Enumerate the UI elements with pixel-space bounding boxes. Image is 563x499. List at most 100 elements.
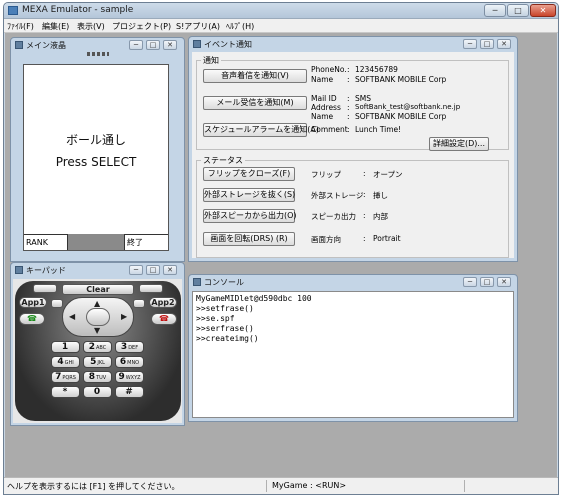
end-call-key[interactable]: ☎	[151, 313, 177, 325]
key-3[interactable]: 3DEF	[115, 341, 144, 353]
close-button[interactable]: ✕	[497, 277, 511, 287]
menu-help[interactable]: ﾍﾙﾌﾟ(H)	[226, 21, 254, 32]
close-button[interactable]: ✕	[163, 265, 177, 275]
caller-name-label: Name	[311, 75, 334, 84]
notify-alarm-button[interactable]: スケジュールアラームを通知(A)	[203, 123, 319, 137]
app2-key[interactable]: App2	[149, 297, 177, 308]
colon: :	[347, 112, 350, 121]
phone-screen[interactable]: ボール通し Press SELECT RANK 終了	[23, 64, 169, 251]
minimize-button[interactable]: ─	[129, 265, 143, 275]
orientation-label: 画面方向	[311, 235, 341, 244]
arrow-left-icon[interactable]: ◀	[69, 312, 75, 321]
right-mail-key[interactable]	[133, 299, 145, 308]
key-0[interactable]: 0	[83, 386, 112, 398]
notify-call-button[interactable]: 音声着信を通知(V)	[203, 69, 307, 83]
maximize-button[interactable]: □	[480, 39, 494, 49]
menu-edit[interactable]: 編集(E)	[42, 21, 69, 32]
colon: :	[347, 94, 350, 103]
keypad-area: Clear App1 App2 ☎ ☎ ▲ ▼ ◀ ▶ 1 2ABC 3DEF …	[13, 279, 182, 423]
status-group-label: ステータス	[201, 155, 245, 166]
minimize-button[interactable]: ─	[484, 4, 506, 17]
screen-title-line: ボール通し	[65, 133, 126, 147]
console-line: >>setfrase()	[196, 304, 254, 313]
dpad[interactable]: ▲ ▼ ◀ ▶	[62, 297, 134, 337]
rotate-screen-button[interactable]: 画面を回転(DRS) (R)	[203, 232, 295, 246]
close-flip-button[interactable]: フリップをクローズ(F)	[203, 167, 295, 181]
menu-file[interactable]: ﾌｧｲﾙ(F)	[7, 21, 34, 32]
close-button[interactable]: ✕	[163, 40, 177, 50]
left-softkey-button[interactable]	[33, 284, 57, 293]
grip-icon	[87, 52, 109, 56]
storage-value: 挿し	[373, 191, 388, 200]
main-screen-window: メイン液晶 ─ □ ✕ ボール通し Press SELECT RANK 終了	[10, 37, 185, 262]
maximize-button[interactable]: □	[146, 40, 160, 50]
softkey-right[interactable]: 終了	[124, 234, 168, 250]
mdi-workspace: メイン液晶 ─ □ ✕ ボール通し Press SELECT RANK 終了 キ…	[5, 33, 557, 477]
orientation-value: Portrait	[373, 234, 401, 243]
flip-value: オープン	[373, 170, 403, 179]
arrow-up-icon[interactable]: ▲	[94, 299, 100, 308]
app-title-bar[interactable]: MEXA Emulator - sample ─ □ ✕	[4, 3, 558, 19]
left-mail-key[interactable]	[51, 299, 63, 308]
emulator-window: MEXA Emulator - sample ─ □ ✕ ﾌｧｲﾙ(F) 編集(…	[3, 2, 559, 495]
comment-label: Comment	[311, 125, 348, 134]
menu-sapp[interactable]: S!アプリ(A)	[176, 21, 220, 32]
colon: :	[363, 234, 366, 243]
phone-no-label: PhoneNo.	[311, 65, 347, 74]
menu-view[interactable]: 表示(V)	[77, 21, 105, 32]
phone-red-icon: ☎	[159, 314, 169, 323]
colon: :	[347, 125, 350, 134]
clear-key[interactable]: Clear	[62, 284, 134, 295]
status-bar: ヘルプを表示するには [F1] を押してください。 MyGame : <RUN>	[4, 477, 558, 494]
softkey-center[interactable]	[68, 234, 124, 250]
close-button[interactable]: ✕	[530, 4, 556, 17]
app1-key[interactable]: App1	[19, 297, 47, 308]
external-speaker-button[interactable]: 外部スピーカから出力(O)	[203, 209, 297, 223]
console-title-bar[interactable]: コンソール ─ □ ✕	[189, 275, 517, 289]
remove-storage-button[interactable]: 外部ストレージを抜く(S)	[203, 188, 295, 202]
event-title-bar[interactable]: イベント通知 ─ □ ✕	[189, 37, 517, 51]
right-softkey-button[interactable]	[139, 284, 163, 293]
mail-address-value: SoftBank_test@softbank.ne.jp	[355, 103, 461, 111]
key-9[interactable]: 9WXYZ	[115, 371, 144, 383]
app-title: MEXA Emulator - sample	[22, 5, 134, 15]
call-key[interactable]: ☎	[19, 313, 45, 325]
window-icon	[193, 40, 201, 48]
maximize-button[interactable]: □	[480, 277, 494, 287]
key-star[interactable]: *	[51, 386, 80, 398]
window-icon	[15, 266, 23, 274]
notify-mail-button[interactable]: メール受信を通知(M)	[203, 96, 307, 110]
softkey-left[interactable]: RANK	[24, 234, 68, 250]
key-2[interactable]: 2ABC	[83, 341, 112, 353]
arrow-right-icon[interactable]: ▶	[121, 312, 127, 321]
maximize-button[interactable]: □	[507, 4, 529, 17]
screen-prompt-line: Press SELECT	[55, 155, 137, 169]
maximize-button[interactable]: □	[146, 265, 160, 275]
notify-group: 通知 音声着信を通知(V) メール受信を通知(M) スケジュールアラームを通知(…	[196, 55, 509, 151]
arrow-down-icon[interactable]: ▼	[94, 326, 100, 335]
minimize-button[interactable]: ─	[463, 277, 477, 287]
select-key[interactable]	[86, 308, 110, 326]
console-output[interactable]: MyGameMIDlet@d590dbc 100 >>setfrase() >>…	[192, 291, 514, 418]
key-4[interactable]: 4GHI	[51, 356, 80, 368]
key-5[interactable]: 5JKL	[83, 356, 112, 368]
key-hash[interactable]: #	[115, 386, 144, 398]
flip-label: フリップ	[311, 170, 341, 179]
phone-body: Clear App1 App2 ☎ ☎ ▲ ▼ ◀ ▶ 1 2ABC 3DEF …	[15, 281, 181, 421]
key-1[interactable]: 1	[51, 341, 80, 353]
close-button[interactable]: ✕	[497, 39, 511, 49]
console-line: >>serfrase()	[196, 324, 254, 333]
app-icon	[8, 6, 18, 15]
detail-settings-button[interactable]: 詳細設定(D)...	[429, 137, 489, 151]
phone-green-icon: ☎	[27, 314, 37, 323]
key-8[interactable]: 8TUV	[83, 371, 112, 383]
keypad-title-bar[interactable]: キーパッド ─ □ ✕	[11, 263, 184, 277]
minimize-button[interactable]: ─	[129, 40, 143, 50]
keypad-window: キーパッド ─ □ ✕ Clear App1 App2 ☎ ☎ ▲ ▼ ◀ ▶ …	[10, 262, 185, 426]
minimize-button[interactable]: ─	[463, 39, 477, 49]
main-screen-title-bar[interactable]: メイン液晶 ─ □ ✕	[11, 38, 184, 52]
key-7[interactable]: 7PQRS	[51, 371, 80, 383]
menu-project[interactable]: プロジェクト(P)	[112, 21, 171, 32]
console-line: MyGameMIDlet@d590dbc 100	[196, 294, 312, 303]
key-6[interactable]: 6MNO	[115, 356, 144, 368]
